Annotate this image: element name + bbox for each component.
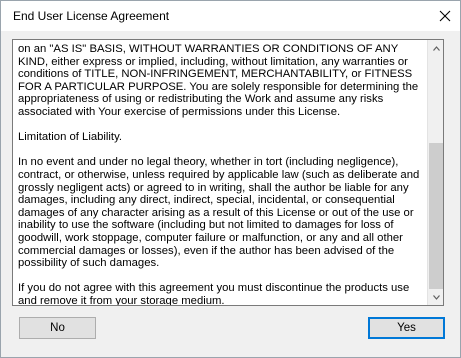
license-paragraph-heading: Limitation of Liability. <box>18 131 123 144</box>
window-title: End User License Agreement <box>13 9 170 23</box>
license-dialog: End User License Agreement on an "AS IS"… <box>0 0 461 358</box>
scroll-down-button[interactable] <box>428 289 443 305</box>
license-text: on an "AS IS" BASIS, WITHOUT WARRANTIES … <box>13 40 427 305</box>
no-button[interactable]: No <box>19 317 96 339</box>
chevron-up-icon <box>432 45 440 51</box>
chevron-down-icon <box>432 294 440 300</box>
license-paragraph-warranty: on an "AS IS" BASIS, WITHOUT WARRANTIES … <box>18 43 419 118</box>
close-icon <box>439 10 451 22</box>
title-bar: End User License Agreement <box>1 1 460 31</box>
scroll-thumb[interactable] <box>429 143 443 289</box>
close-button[interactable] <box>434 7 456 25</box>
license-textbox[interactable]: on an "AS IS" BASIS, WITHOUT WARRANTIES … <box>12 39 444 306</box>
scroll-up-button[interactable] <box>428 40 443 56</box>
yes-button[interactable]: Yes <box>368 317 445 339</box>
license-paragraph-liability: In no event and under no legal theory, w… <box>18 156 420 270</box>
vertical-scrollbar[interactable] <box>427 40 443 305</box>
license-paragraph-disagree: If you do not agree with this agreement … <box>18 282 410 305</box>
dialog-body: on an "AS IS" BASIS, WITHOUT WARRANTIES … <box>1 31 460 357</box>
